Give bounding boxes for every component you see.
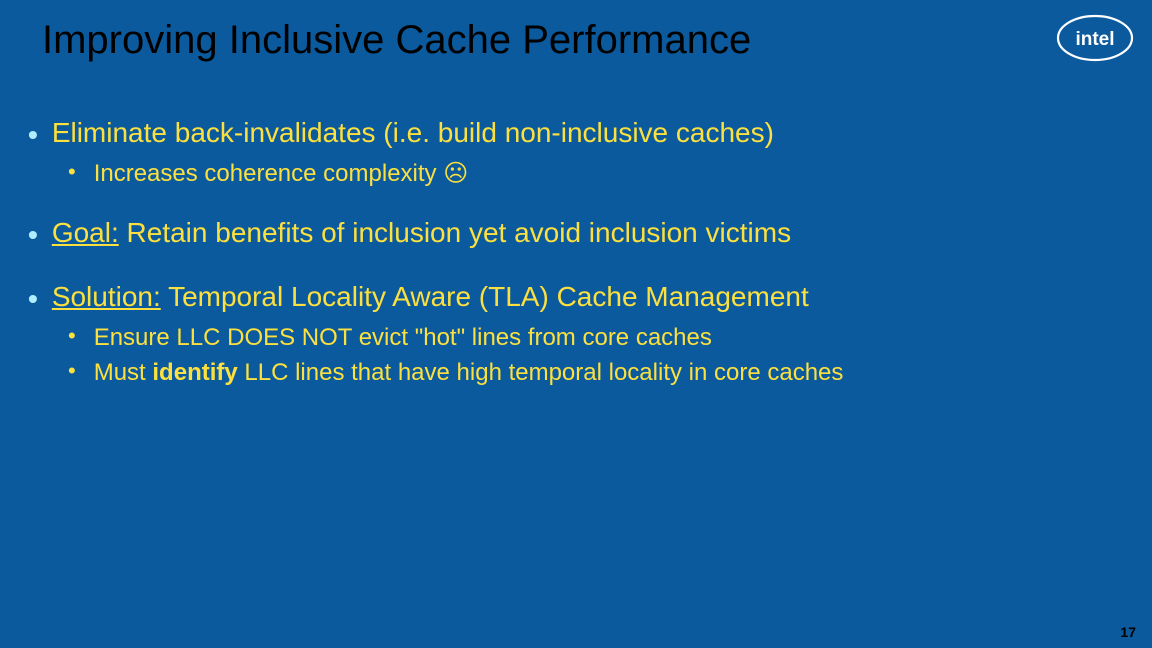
bullet-text: Eliminate back-invalidates (i.e. build n… <box>52 115 774 151</box>
bullet-level2: • Must identify LLC lines that have high… <box>68 357 1112 388</box>
bullet-text: Increases coherence complexity ☹ <box>94 158 469 189</box>
bullet-level2: • Ensure LLC DOES NOT evict "hot" lines … <box>68 322 1112 353</box>
intel-logo-icon: intel <box>1056 14 1134 62</box>
bullet-level1: • Solution: Temporal Locality Aware (TLA… <box>28 279 1112 316</box>
bullet-text: Solution: Temporal Locality Aware (TLA) … <box>52 279 809 315</box>
bullet-marker-icon: • <box>68 357 76 386</box>
bullet-marker-icon: • <box>68 158 76 187</box>
bullet-text: Goal: Retain benefits of inclusion yet a… <box>52 215 791 251</box>
page-number: 17 <box>1120 624 1136 640</box>
bullet-level2: • Increases coherence complexity ☹ <box>68 158 1112 189</box>
bullet-marker-icon: • <box>28 218 38 252</box>
bullet-marker-icon: • <box>28 282 38 316</box>
svg-text:intel: intel <box>1075 29 1114 50</box>
bullet-text: Ensure LLC DOES NOT evict "hot" lines fr… <box>94 322 712 353</box>
bullet-marker-icon: • <box>68 322 76 351</box>
bullet-level1: • Eliminate back-invalidates (i.e. build… <box>28 115 1112 152</box>
bullet-text: Must identify LLC lines that have high t… <box>94 357 844 388</box>
bullet-marker-icon: • <box>28 118 38 152</box>
slide-title: Improving Inclusive Cache Performance <box>42 18 751 63</box>
bullet-level1: • Goal: Retain benefits of inclusion yet… <box>28 215 1112 252</box>
slide-content: • Eliminate back-invalidates (i.e. build… <box>28 115 1112 392</box>
